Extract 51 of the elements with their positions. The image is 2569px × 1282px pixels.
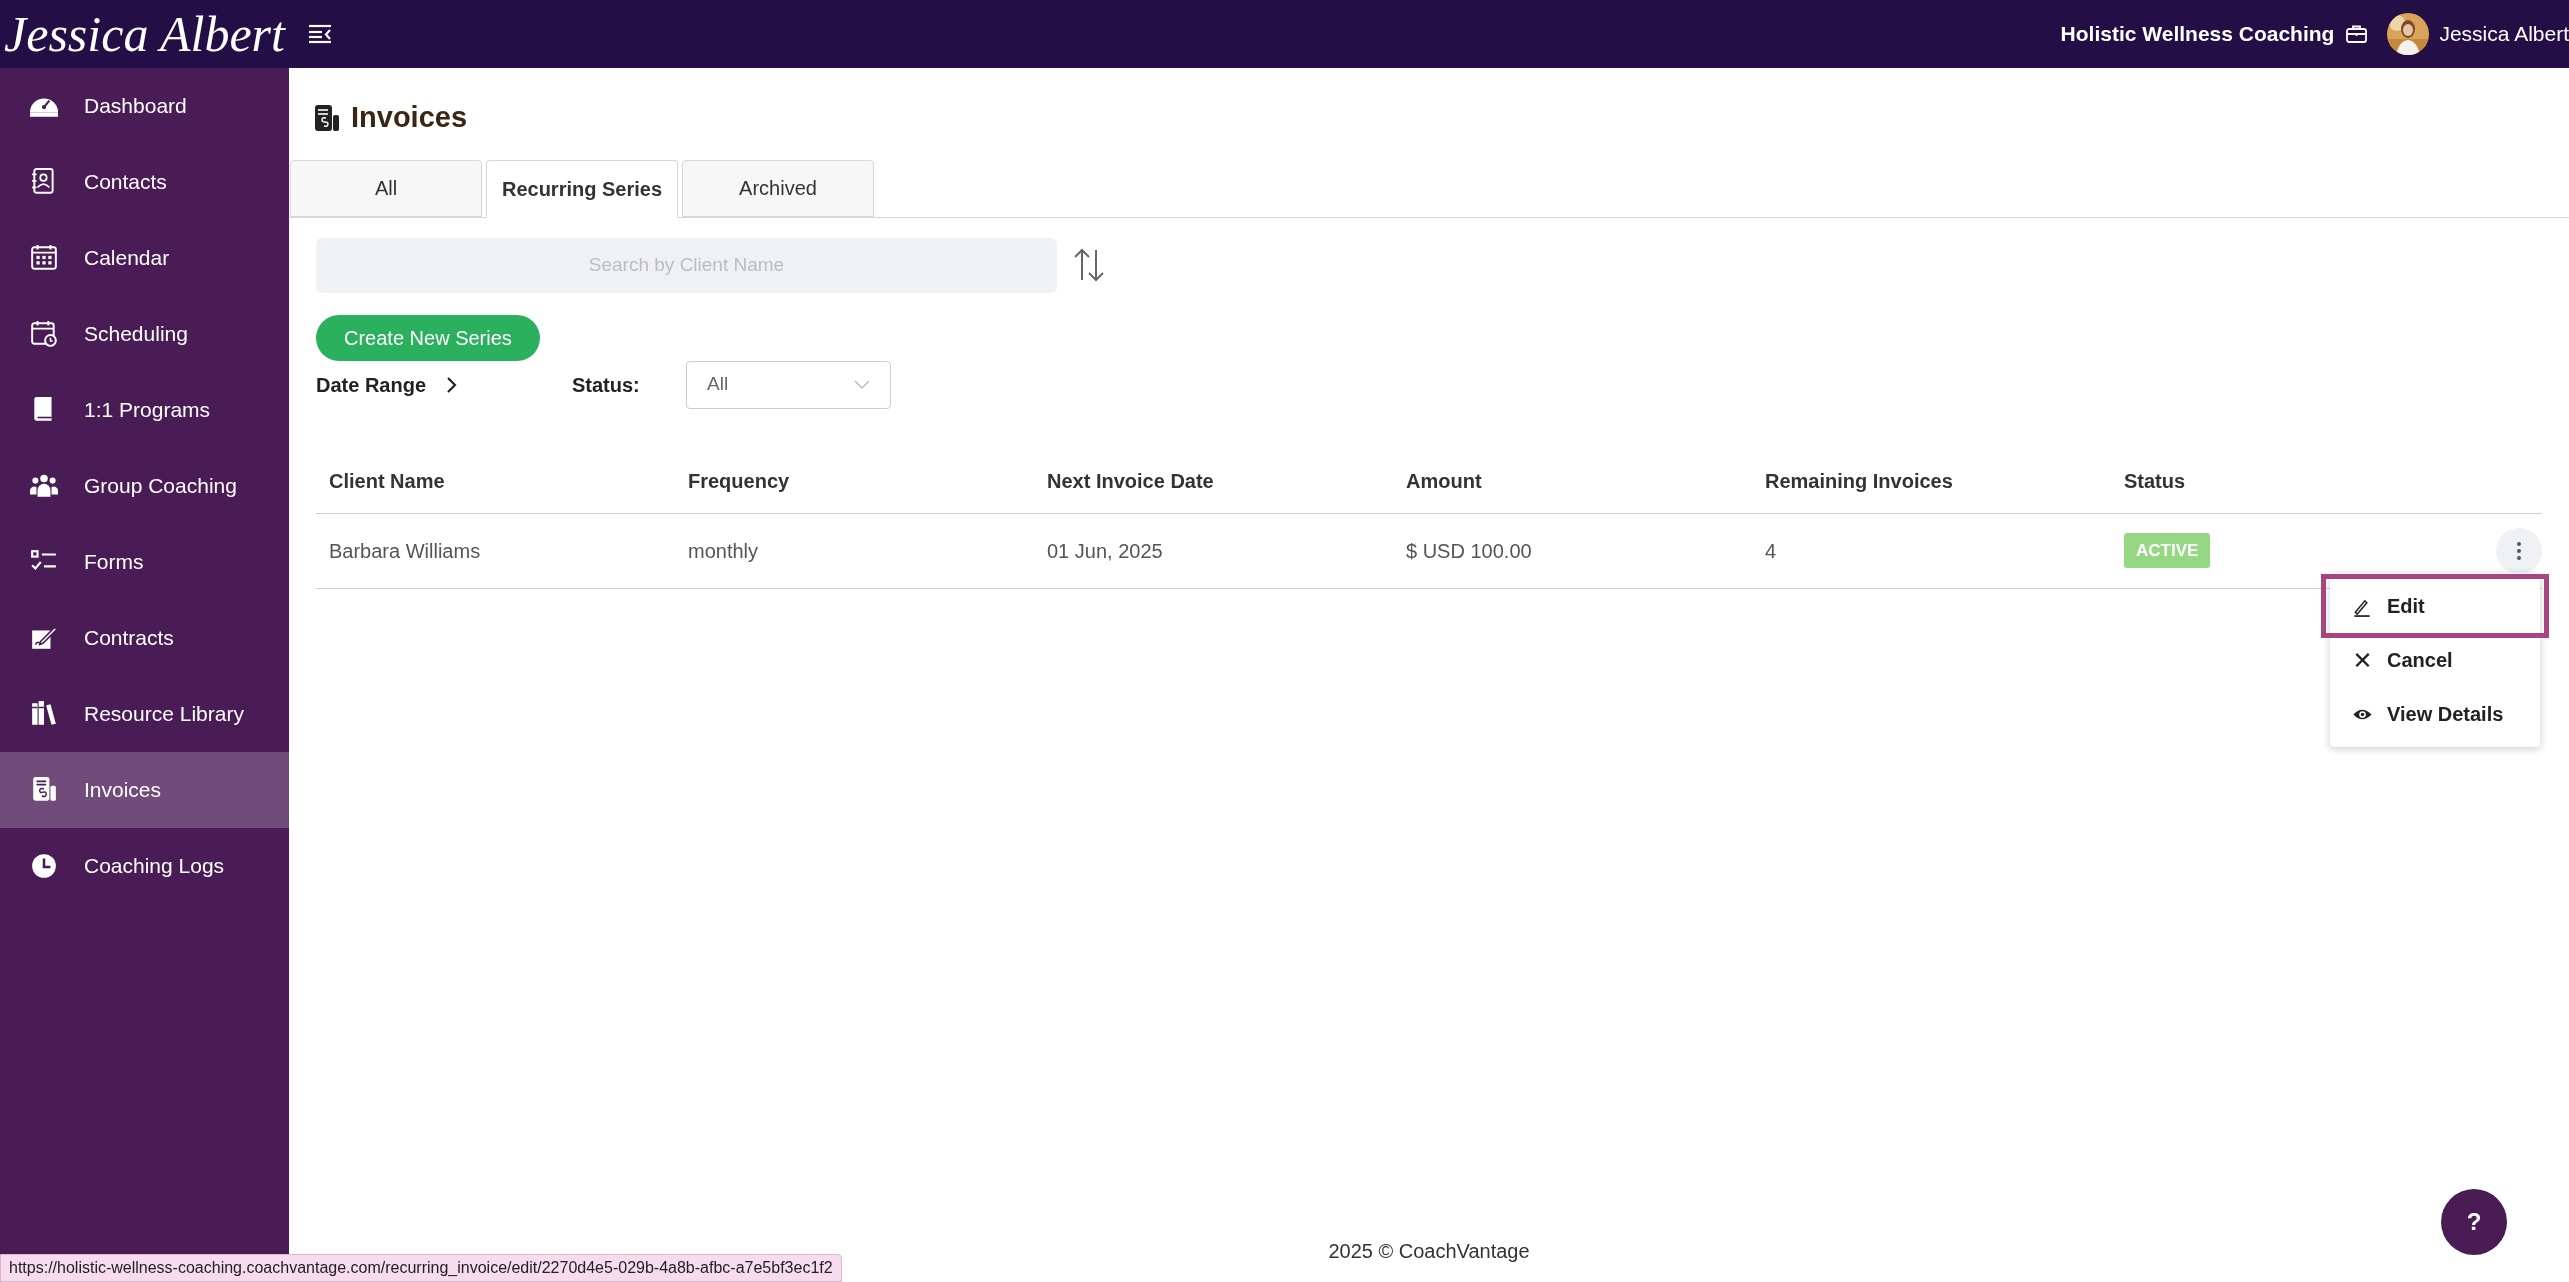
table-cell-text: Barbara Williams xyxy=(328,538,482,564)
status-badge: ACTIVE xyxy=(2124,532,2211,569)
sidebar-item[interactable]: Dashboard xyxy=(0,68,289,144)
chevron-right-icon xyxy=(446,375,459,394)
table-cell-text: monthly xyxy=(687,538,760,564)
column-header: Next Invoice Date xyxy=(1046,468,1215,494)
link-preview: https://holistic-wellness-coaching.coachvantage.com/recurring_invoice/edit/2270d4e5-029b-4a8b-afbc-a7e5bf3ec1f2 xyxy=(0,1254,842,1282)
tab[interactable]: Recurring Series xyxy=(486,159,678,218)
sidebar-item[interactable]: Contracts xyxy=(0,600,289,676)
invoice-icon xyxy=(30,776,58,804)
date-range-button[interactable]: Date Range xyxy=(316,369,556,400)
sidebar-item[interactable]: Resource Library xyxy=(0,676,289,752)
group-icon xyxy=(30,472,58,500)
sidebar-item[interactable]: Invoices xyxy=(0,752,289,828)
column-header: Client Name xyxy=(328,468,446,494)
sidebar-item[interactable]: Coaching Logs xyxy=(0,828,289,904)
user-name[interactable]: Jessica Albert xyxy=(2439,18,2569,50)
sidebar-item[interactable]: Group Coaching xyxy=(0,448,289,524)
table-cell-text: $ USD 100.00 xyxy=(1405,538,1533,564)
column-header: Remaining Invoices xyxy=(1764,468,1954,494)
sidebar-item[interactable]: Contacts xyxy=(0,144,289,220)
menu-item[interactable]: Cancel xyxy=(2330,633,2540,687)
menu-item[interactable]: View Details xyxy=(2330,687,2540,741)
chevron-down-icon xyxy=(854,379,870,390)
calendar-icon xyxy=(30,244,58,272)
table-cell-text: 4 xyxy=(1764,538,1778,564)
logo[interactable]: Jessica Albert xyxy=(0,9,290,59)
books-icon xyxy=(30,700,58,728)
tab[interactable]: All xyxy=(290,159,482,217)
sidebar-item[interactable]: Scheduling xyxy=(0,296,289,372)
menu-item[interactable]: Edit xyxy=(2326,579,2544,633)
help-button[interactable]: ? xyxy=(2441,1189,2507,1255)
sidebar-item[interactable]: 1:1 Programs xyxy=(0,372,289,448)
invoice-icon xyxy=(315,104,339,131)
table-cell-text: 01 Jun, 2025 xyxy=(1046,538,1164,564)
column-header: Status xyxy=(2123,468,2187,494)
column-header: Amount xyxy=(1405,468,1483,494)
sidebar-item[interactable]: Calendar xyxy=(0,220,289,296)
workspace-name[interactable]: Holistic Wellness Coaching xyxy=(2060,18,2335,50)
sidebar-item[interactable]: Forms xyxy=(0,524,289,600)
column-header: Frequency xyxy=(687,468,791,494)
menu-icon[interactable] xyxy=(308,24,332,44)
clock-icon xyxy=(30,852,58,880)
footer-text: 2025 © CoachVantage xyxy=(1328,1239,1530,1264)
tab[interactable]: Archived xyxy=(682,159,874,217)
page-title: Invoices xyxy=(351,100,468,135)
briefcase-icon[interactable] xyxy=(2346,25,2368,43)
calendar-clock-icon xyxy=(30,320,58,348)
status-select[interactable]: All xyxy=(686,360,891,409)
status-label: Status: xyxy=(572,372,641,398)
kebab-icon xyxy=(2516,540,2522,561)
